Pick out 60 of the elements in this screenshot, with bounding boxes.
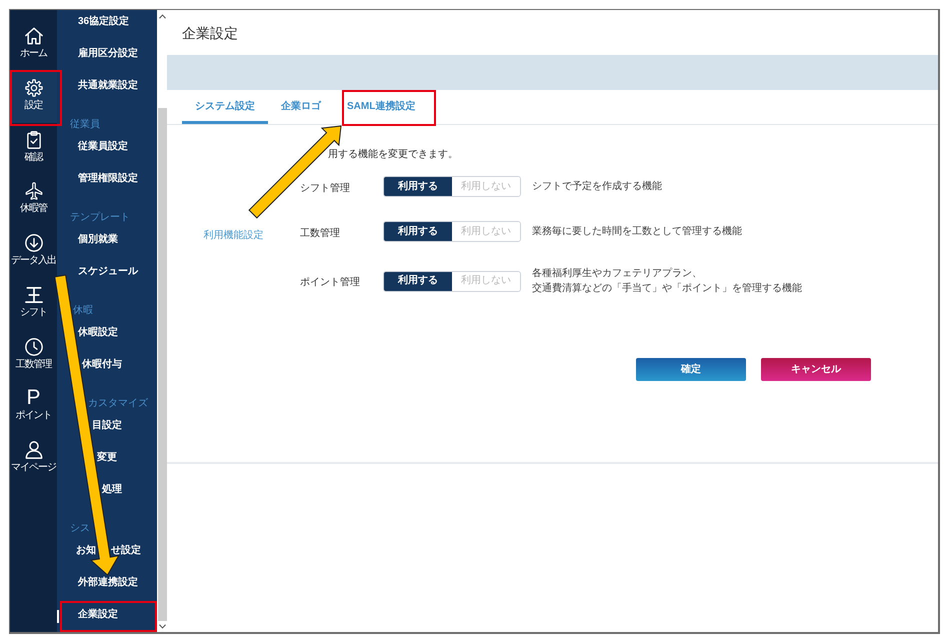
sidebar-item[interactable]: 雇用区分設定 <box>57 38 157 70</box>
sidebar-heading: カスタマイズ <box>88 398 148 410</box>
airplane-icon <box>24 182 42 200</box>
feature-description: 各種福利厚生やカフェテリアプラン、 <box>532 266 702 281</box>
sidebar-item[interactable]: スケジュール <box>57 256 157 288</box>
letter-icon: P <box>26 389 40 408</box>
sidebar-item[interactable]: お知 せ設定 <box>57 535 157 567</box>
sidebar-item[interactable]: 36協定設定 <box>57 10 157 38</box>
person-icon <box>24 441 42 459</box>
tab[interactable]: 企業ロゴ <box>268 90 334 124</box>
section-label: 利用機能設定 <box>204 230 264 242</box>
feature-description: シフトで予定を作成する機能 <box>532 180 662 194</box>
tab[interactable]: SAML連携設定 <box>334 90 428 124</box>
clock-icon <box>24 338 42 356</box>
rail-item[interactable]: 工数管理 <box>10 330 57 382</box>
sidebar-item[interactable]: 休暇設定 <box>57 317 157 349</box>
sidebar-heading: 休暇 <box>73 305 93 317</box>
feature-name: ポイント管理 <box>300 277 360 288</box>
page-title: 企業設定 <box>182 24 238 40</box>
sidebar-item[interactable]: 個別就業 <box>57 224 157 256</box>
sidebar-item[interactable]: 目設定 <box>57 410 157 442</box>
crossbar-icon <box>24 286 42 304</box>
chevron-down-icon[interactable] <box>158 624 166 629</box>
rail-item[interactable]: データ入出 <box>10 226 57 278</box>
rail-item[interactable]: 休暇管 <box>10 174 57 226</box>
rail-item[interactable]: シフト <box>10 278 57 330</box>
feature-description: 交通費清算などの「手当て」や「ポイント」を管理する機能 <box>532 282 802 296</box>
cancel-button[interactable]: キャンセル <box>761 358 871 381</box>
sidebar-item[interactable]: 外部連携設定 <box>57 567 157 599</box>
download-icon <box>24 234 42 252</box>
intro-text: 用する機能を変更できます。 <box>328 149 459 161</box>
sidebar-item[interactable]: 管理権限設定 <box>57 163 157 195</box>
sidebar-item[interactable]: 企業設定 <box>57 599 157 631</box>
rail-item[interactable]: マイページ <box>10 433 57 485</box>
settings-icon <box>24 78 42 97</box>
highlight-frame <box>10 70 62 126</box>
sidebar-item[interactable]: 共通就業設定 <box>57 70 157 102</box>
sidebar-item[interactable]: 変更 <box>57 442 157 474</box>
feature-name: 工数管理 <box>300 228 340 238</box>
sidebar-item[interactable]: 従業員設定 <box>57 131 157 163</box>
toggle-option[interactable]: 利用する <box>384 222 452 241</box>
home-icon <box>24 27 42 45</box>
toggle-option[interactable]: 利用する <box>384 177 452 196</box>
rail-item[interactable]: P ポイント <box>10 381 57 433</box>
sidebar-heading: 従業員 <box>70 119 100 131</box>
toggle-option[interactable]: 利用する <box>384 272 452 290</box>
feature-description: 業務毎に要した時間を工数として管理する機能 <box>532 224 742 239</box>
chevron-up-icon[interactable] <box>158 14 166 19</box>
feature-name: シフト管理 <box>300 182 350 194</box>
sidebar-heading: シス <box>70 523 90 535</box>
rail-item[interactable]: ホーム <box>10 19 57 71</box>
rail-item[interactable]: 設定 <box>10 70 57 122</box>
tab[interactable]: システム設定 <box>182 90 268 124</box>
sidebar-item[interactable]: 処理 <box>57 474 157 506</box>
rail-item[interactable]: 確認 <box>10 122 57 174</box>
clipboard-check-icon <box>24 130 42 148</box>
scrollbar-thumb[interactable] <box>158 108 166 621</box>
sidebar-item[interactable]: 休暇付与 <box>57 349 157 381</box>
confirm-button[interactable]: 確定 <box>636 358 746 381</box>
sidebar-heading: テンプレート <box>70 212 130 224</box>
